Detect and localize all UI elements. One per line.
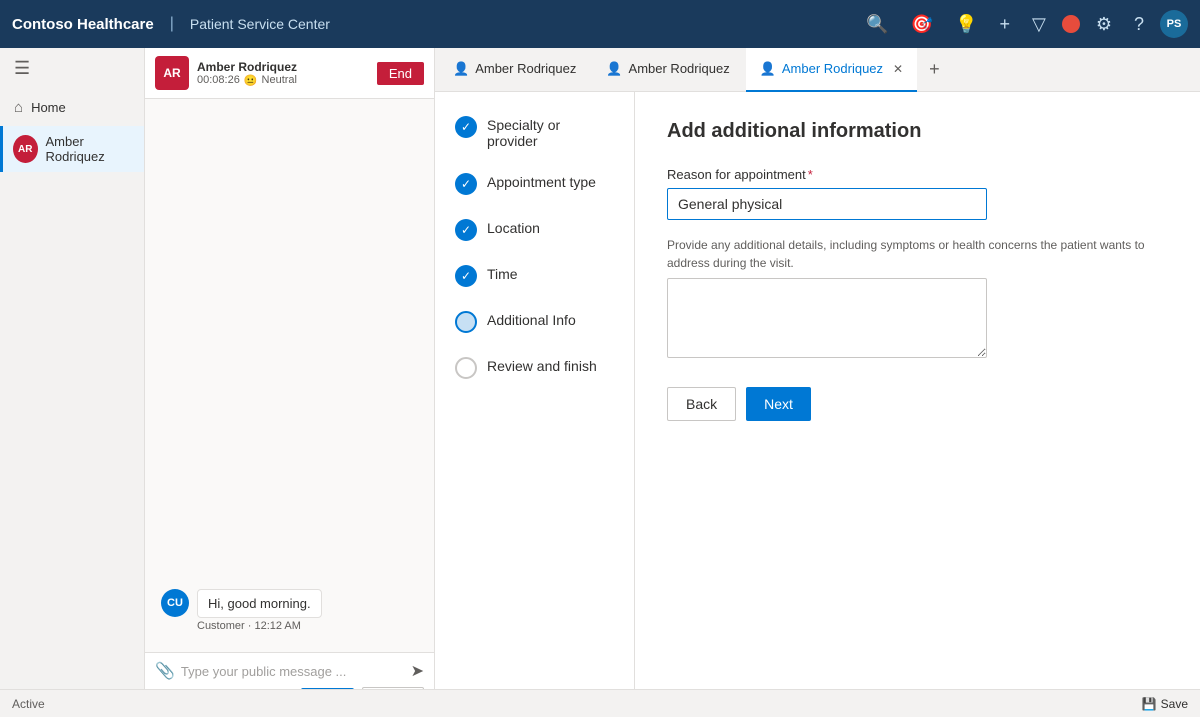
right-panel: 👤 Amber Rodriquez 👤 Amber Rodriquez 👤 Am…	[435, 48, 1200, 717]
step-circle-location: ✓	[455, 219, 477, 241]
tab-add-button[interactable]: +	[919, 59, 950, 80]
target-icon[interactable]: 🎯	[911, 14, 933, 35]
session-avatar: AR	[155, 56, 189, 90]
save-label: Save	[1161, 697, 1188, 711]
session-meta: 00:08:26 😐 Neutral	[197, 74, 297, 87]
filter-icon[interactable]: ▽	[1032, 14, 1046, 35]
reason-label: Reason for appointment*	[667, 167, 1168, 182]
active-user-avatar: AR	[13, 135, 38, 163]
wizard-step-additional: Additional Info	[455, 311, 614, 333]
chat-bubble-content: Hi, good morning. Customer · 12:12 AM	[197, 589, 322, 632]
tab-label-3: Amber Rodriquez	[782, 61, 883, 76]
step-label-location: Location	[487, 219, 540, 236]
status-bar: Active 💾 Save	[0, 689, 1200, 717]
user-avatar[interactable]: PS	[1160, 10, 1188, 38]
tab-amber-3[interactable]: 👤 Amber Rodriquez ✕	[746, 48, 917, 92]
details-textarea[interactable]	[667, 278, 987, 358]
app-brand: Contoso Healthcare	[12, 16, 154, 33]
sidebar-active-user[interactable]: AR Amber Rodriquez	[0, 126, 144, 172]
chat-message-row: CU Hi, good morning. Customer · 12:12 AM	[161, 589, 418, 632]
sidebar-item-home[interactable]: ⌂ Home	[0, 89, 144, 126]
attach-icon[interactable]: 📎	[155, 661, 175, 681]
reason-input[interactable]	[667, 188, 987, 220]
status-text: Active	[12, 697, 45, 711]
wizard-step-time: ✓ Time	[455, 265, 614, 287]
help-icon[interactable]: ?	[1134, 14, 1144, 35]
chat-message-text: Hi, good morning.	[197, 589, 322, 618]
home-icon: ⌂	[14, 99, 23, 116]
session-header: AR Amber Rodriquez 00:08:26 😐 Neutral En…	[145, 48, 434, 99]
tab-person-icon-2: 👤	[606, 61, 622, 77]
tab-label-1: Amber Rodriquez	[475, 61, 576, 76]
back-button[interactable]: Back	[667, 387, 736, 421]
wizard-steps: ✓ Specialty or provider ✓ Appointment ty…	[435, 92, 635, 717]
step-label-time: Time	[487, 265, 518, 282]
hamburger-menu[interactable]: ☰	[0, 48, 144, 89]
next-button[interactable]: Next	[746, 387, 811, 421]
chat-messages: CU Hi, good morning. Customer · 12:12 AM	[145, 99, 434, 652]
sidebar-home-label: Home	[31, 100, 66, 115]
form-title: Add additional information	[667, 120, 1168, 143]
gear-icon[interactable]: ⚙	[1096, 14, 1112, 35]
step-label-appointment: Appointment type	[487, 173, 596, 190]
form-actions: Back Next	[667, 387, 1168, 421]
top-navigation: Contoso Healthcare | Patient Service Cen…	[0, 0, 1200, 48]
active-user-name: Amber Rodriquez	[46, 134, 135, 164]
tab-bar: 👤 Amber Rodriquez 👤 Amber Rodriquez 👤 Am…	[435, 48, 1200, 92]
bulb-icon[interactable]: 💡	[955, 14, 977, 35]
chat-message-meta: Customer · 12:12 AM	[197, 620, 322, 632]
tab-amber-1[interactable]: 👤 Amber Rodriquez	[439, 48, 590, 92]
step-circle-additional	[455, 311, 477, 333]
tab-close-icon[interactable]: ✕	[893, 62, 903, 76]
plus-icon[interactable]: +	[999, 14, 1010, 35]
session-timer: 00:08:26	[197, 74, 240, 86]
step-label-review: Review and finish	[487, 357, 597, 374]
chat-input-row: 📎 ➤	[155, 661, 424, 681]
search-icon[interactable]: 🔍	[866, 14, 888, 35]
session-panel: AR Amber Rodriquez 00:08:26 😐 Neutral En…	[145, 48, 435, 717]
details-hint: Provide any additional details, includin…	[667, 236, 1167, 272]
wizard-step-specialty: ✓ Specialty or provider	[455, 116, 614, 149]
chat-input[interactable]	[181, 664, 405, 679]
session-sentiment: Neutral	[262, 74, 297, 86]
form-area: Add additional information Reason for ap…	[635, 92, 1200, 717]
nav-divider: |	[170, 15, 174, 33]
session-sentiment-icon: 😐	[244, 74, 258, 87]
wizard-step-location: ✓ Location	[455, 219, 614, 241]
save-button[interactable]: 💾 Save	[1142, 697, 1188, 711]
step-circle-review	[455, 357, 477, 379]
app-sub-brand: Patient Service Center	[190, 16, 330, 32]
sidebar: ☰ ⌂ Home AR Amber Rodriquez	[0, 48, 145, 717]
session-user-info: AR Amber Rodriquez 00:08:26 😐 Neutral	[155, 56, 377, 90]
notification-dot	[1062, 15, 1080, 33]
tab-person-icon-3: 👤	[760, 61, 776, 77]
tab-person-icon-1: 👤	[453, 61, 469, 77]
chat-area: CU Hi, good morning. Customer · 12:12 AM…	[145, 99, 434, 717]
wizard-step-review: Review and finish	[455, 357, 614, 379]
step-circle-specialty: ✓	[455, 116, 477, 138]
save-icon: 💾	[1142, 697, 1157, 711]
step-circle-appointment: ✓	[455, 173, 477, 195]
content-area: ✓ Specialty or provider ✓ Appointment ty…	[435, 92, 1200, 717]
step-circle-time: ✓	[455, 265, 477, 287]
send-icon[interactable]: ➤	[411, 661, 424, 681]
end-session-button[interactable]: End	[377, 62, 424, 85]
step-label-specialty: Specialty or provider	[487, 116, 614, 149]
tab-amber-2[interactable]: 👤 Amber Rodriquez	[592, 48, 743, 92]
session-name: Amber Rodriquez	[197, 60, 297, 74]
step-label-additional: Additional Info	[487, 311, 576, 328]
session-details: Amber Rodriquez 00:08:26 😐 Neutral	[197, 60, 297, 87]
tab-label-2: Amber Rodriquez	[629, 61, 730, 76]
chat-sender-avatar: CU	[161, 589, 189, 617]
wizard-step-appointment: ✓ Appointment type	[455, 173, 614, 195]
